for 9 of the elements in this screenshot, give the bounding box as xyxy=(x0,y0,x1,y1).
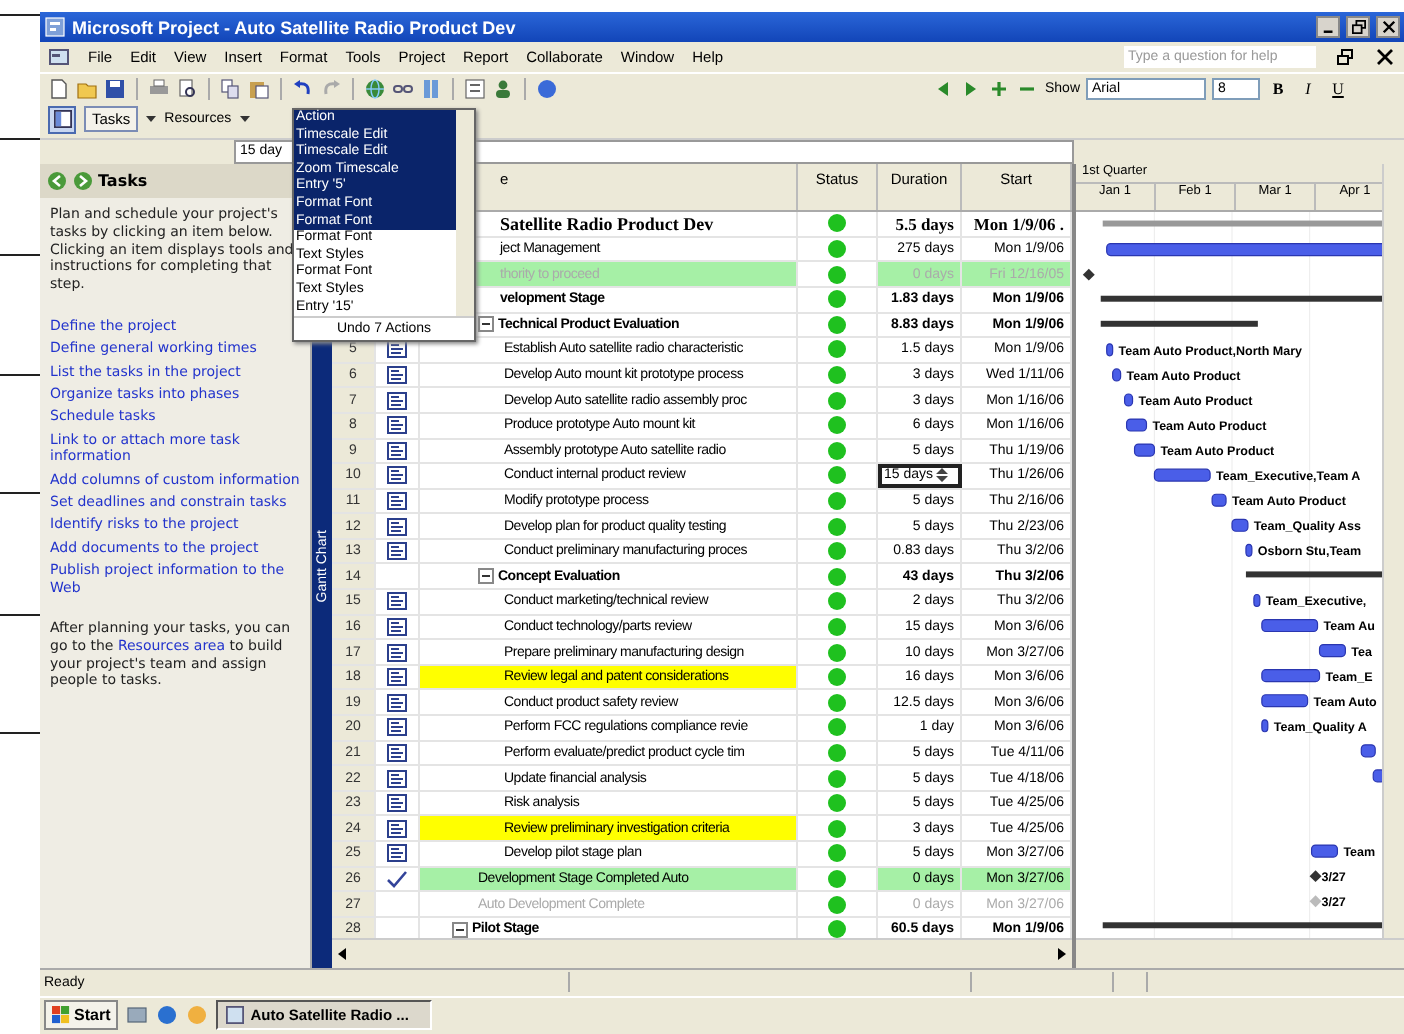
pane-title: Tasks xyxy=(98,172,148,191)
start-button[interactable]: Start xyxy=(44,1000,119,1031)
start-date: Mon 1/9/06 . xyxy=(973,213,1064,234)
task-name: Satellite Radio Product Dev xyxy=(500,213,714,234)
italic-button[interactable]: I xyxy=(1296,79,1320,98)
underline-button[interactable]: U xyxy=(1326,79,1350,98)
duration: 5.5 days xyxy=(895,213,954,234)
bold-button[interactable]: B xyxy=(1266,79,1290,98)
window-title: Microsoft Project - Auto Satellite Radio Product Dev xyxy=(72,17,518,38)
